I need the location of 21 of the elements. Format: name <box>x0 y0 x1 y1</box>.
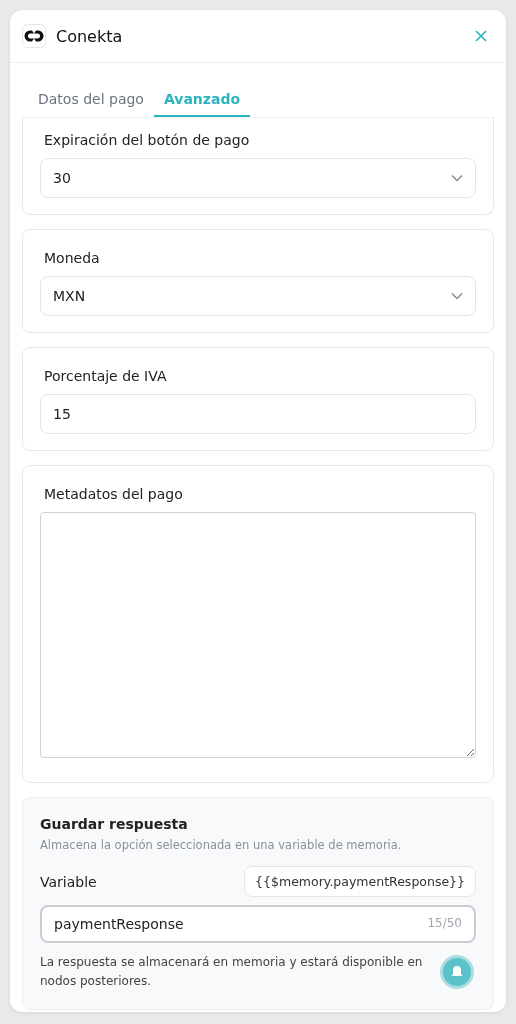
window-title: Conekta <box>56 26 124 46</box>
variable-token: {{$memory.paymentResponse}} <box>244 866 476 897</box>
notification-button[interactable] <box>440 955 474 990</box>
chevron-down-icon <box>451 292 463 300</box>
select-field[interactable]: MXN <box>40 276 476 316</box>
variable-label: Variable <box>40 873 97 890</box>
help-text: La respuesta se almacenará en memoria y estará disponible en nodos posteriores. <box>40 954 424 991</box>
field-label: Porcentaje de IVA <box>43 368 168 384</box>
character-counter: 15/50 <box>427 916 462 930</box>
field-label: Metadatos del pago <box>43 486 184 502</box>
select-field[interactable]: 30 <box>40 158 476 198</box>
logo-icon <box>22 24 46 48</box>
tab[interactable]: Datos del pago <box>28 87 154 117</box>
textarea-field[interactable] <box>40 512 476 758</box>
section-title: Guardar respuesta <box>40 816 189 832</box>
input-field[interactable]: 15 <box>40 394 476 434</box>
chevron-down-icon <box>451 174 463 182</box>
close-button[interactable] <box>474 29 488 43</box>
field-label: Moneda <box>43 250 101 266</box>
section-description: Almacena la opción seleccionada en una variable de memoria. <box>40 838 403 852</box>
field-label: Expiración del botón de pago <box>43 132 251 148</box>
